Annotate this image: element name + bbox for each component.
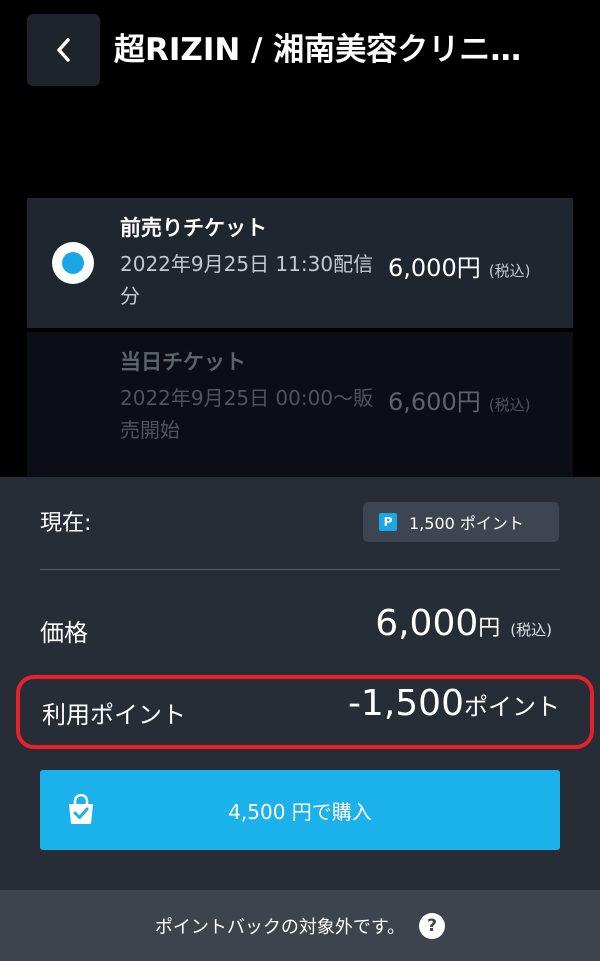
shopping-bag-check-icon	[69, 794, 93, 824]
ticket-description: 2022年9月25日 11:30配信分	[120, 252, 374, 308]
back-button[interactable]	[27, 14, 100, 86]
purchase-sheet: 現在: P 1,500 ポイント 価格 6,000円 (税込) 利用ポイント -1…	[0, 477, 600, 890]
use-points-unit: ポイント	[464, 693, 560, 721]
use-points-value: -1,500ポイント	[348, 683, 560, 724]
ticket-description: 2022年9月25日 00:00〜販売開始	[120, 386, 374, 442]
current-points-label: 現在:	[40, 511, 92, 536]
ticket-price-value: 6,000円	[388, 254, 481, 282]
ticket-price-tax: (税込)	[488, 396, 531, 414]
points-balance: 1,500 ポイント	[409, 514, 524, 533]
use-points-amount: -1,500	[347, 683, 464, 724]
ticket-price-value: 6,600円	[388, 388, 481, 416]
chevron-left-icon	[56, 38, 70, 62]
use-points-row: 利用ポイント -1,500ポイント	[16, 675, 594, 749]
ticket-name: 当日チケット	[120, 350, 246, 374]
points-balance-badge: P 1,500 ポイント	[363, 502, 559, 542]
radio-selected[interactable]	[52, 242, 94, 284]
price-label: 価格	[40, 619, 88, 647]
ticket-price: 6,600円 (税込)	[388, 382, 530, 417]
ticket-option-advance[interactable]: 前売りチケット 2022年9月25日 11:30配信分 6,000円 (税込)	[27, 198, 573, 328]
point-back-notice: ポイントバックの対象外です。	[154, 916, 406, 938]
price-unit: 円	[478, 616, 501, 641]
buy-button-label: 4,500 円で購入	[228, 799, 372, 824]
help-icon[interactable]: ?	[419, 912, 446, 939]
ticket-price: 6,000円 (税込)	[388, 248, 530, 283]
ticket-name: 前売りチケット	[120, 216, 267, 240]
use-points-label: 利用ポイント	[42, 701, 186, 729]
radio-dot	[62, 252, 84, 274]
price-tax: (税込)	[510, 621, 552, 639]
ticket-option-same-day: 当日チケット 2022年9月25日 00:00〜販売開始 6,600円 (税込)	[27, 332, 573, 477]
page-title: 超RIZIN / 湘南美容クリニ…	[114, 32, 522, 68]
buy-button[interactable]: 4,500 円で購入	[40, 770, 560, 850]
divider	[40, 569, 560, 570]
footer-notice: ポイントバックの対象外です。 ?	[0, 890, 600, 961]
screen: 超RIZIN / 湘南美容クリニ… 前売りチケット 2022年9月25日 11:…	[0, 0, 600, 961]
price-amount: 6,000	[375, 603, 479, 644]
price-value: 6,000円 (税込)	[375, 603, 552, 644]
ticket-price-tax: (税込)	[488, 262, 531, 280]
points-p-icon: P	[379, 513, 397, 531]
